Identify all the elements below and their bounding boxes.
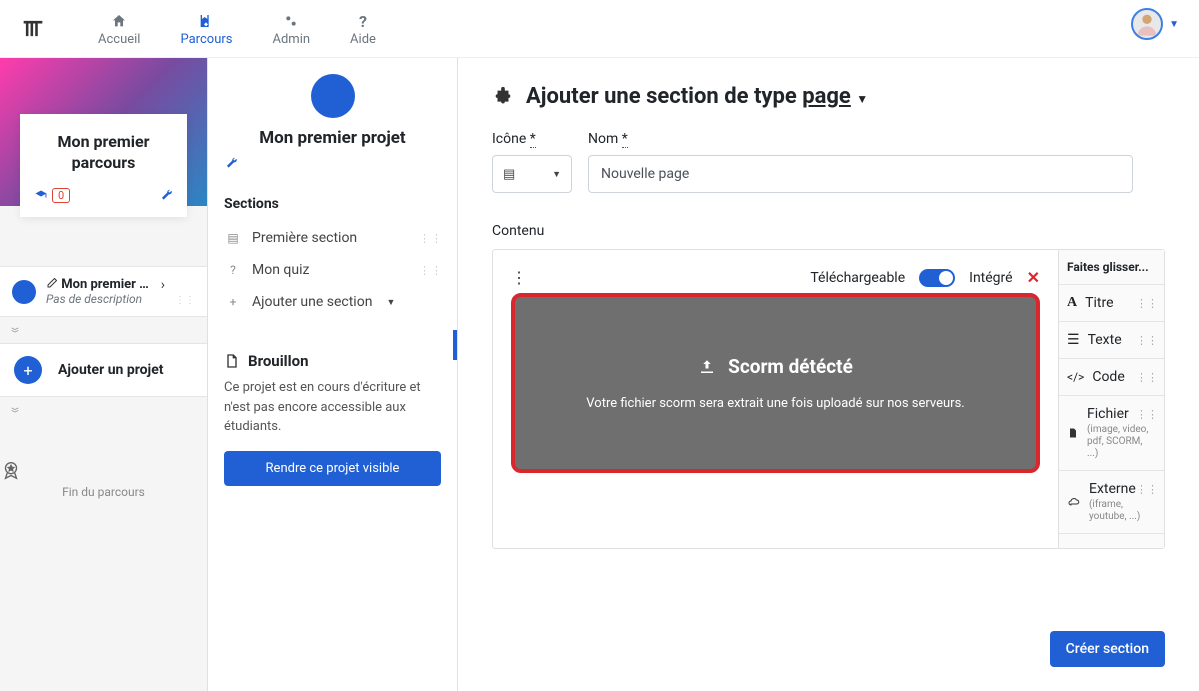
- nav-aide-label: Aide: [350, 32, 376, 47]
- drag-handle-icon[interactable]: ⋮⋮: [419, 232, 443, 245]
- icon-select[interactable]: ▤▼: [492, 155, 572, 193]
- logo[interactable]: [8, 8, 58, 48]
- project-avatar: [311, 74, 355, 118]
- name-label: Nom *: [588, 131, 1133, 147]
- section-label: Mon quiz: [252, 262, 309, 278]
- course-card: Mon premier parcours 0: [20, 114, 187, 217]
- code-icon: </>: [1067, 370, 1084, 384]
- scorm-desc: Votre fichier scorm sera extrait une foi…: [545, 396, 1006, 411]
- wrench-icon[interactable]: [224, 156, 441, 170]
- add-project-label: Ajouter un projet: [58, 362, 164, 378]
- chevron-right-icon: ›: [161, 277, 165, 293]
- caret-down-icon: ▼: [1169, 19, 1179, 30]
- scorm-block: Scorm détécté Votre fichier scorm sera e…: [511, 293, 1040, 473]
- fin-parcours: Fin du parcours: [0, 459, 207, 499]
- sections-heading: Sections: [224, 196, 457, 212]
- upload-icon: [698, 358, 716, 376]
- downloadable-label: Téléchargeable: [810, 270, 905, 286]
- drag-handle-icon: ⋮⋮: [1136, 408, 1158, 421]
- cloud-icon: [1067, 496, 1081, 508]
- nav-admin[interactable]: Admin: [252, 8, 330, 49]
- edit-icon: [46, 277, 58, 289]
- course-title: Mon premier parcours: [30, 132, 177, 174]
- nav-aide[interactable]: ?Aide: [330, 8, 396, 49]
- file-icon: [1067, 426, 1079, 440]
- question-icon: ?: [226, 263, 240, 277]
- nav-parcours[interactable]: Parcours: [160, 8, 252, 49]
- palette-fichier[interactable]: Fichier(image, video, pdf, SCORM, ...)⋮⋮: [1059, 396, 1164, 471]
- project-dot: [12, 280, 36, 304]
- drag-handle-icon[interactable]: ⋮⋮: [419, 264, 443, 277]
- lines-icon: ☰: [1067, 332, 1080, 348]
- nav-admin-label: Admin: [272, 32, 310, 47]
- section-item-1[interactable]: ? Mon quiz ⋮⋮: [224, 254, 457, 286]
- gears-icon: [282, 10, 300, 32]
- drag-handle-icon: ⋮⋮: [1136, 334, 1158, 347]
- nav-home[interactable]: Accueil: [78, 8, 160, 49]
- expand-down-2[interactable]: [0, 397, 207, 423]
- icon-label: Icône *: [492, 131, 572, 147]
- avatar: [1131, 8, 1163, 40]
- parcours-icon: [197, 10, 215, 32]
- project-desc: Pas de description: [46, 292, 151, 306]
- add-section[interactable]: + Ajouter une section ▼: [224, 286, 457, 318]
- page-type-dropdown[interactable]: page: [802, 84, 851, 109]
- drag-handle-icon: ⋮⋮: [1136, 297, 1158, 310]
- palette-code[interactable]: </>Code⋮⋮: [1059, 359, 1164, 396]
- graduation-cap-icon: [34, 189, 48, 201]
- students-count: 0: [52, 188, 70, 203]
- nav-parcours-label: Parcours: [180, 32, 232, 47]
- caret-down-icon: ▼: [856, 92, 868, 106]
- palette-titre[interactable]: ATitre⋮⋮: [1059, 285, 1164, 322]
- book-icon: ▤: [503, 167, 515, 182]
- name-input[interactable]: [588, 155, 1133, 193]
- palette-texte[interactable]: ☰Texte⋮⋮: [1059, 322, 1164, 359]
- downloadable-toggle[interactable]: [919, 269, 955, 287]
- plus-icon: +: [14, 356, 42, 384]
- scorm-title: Scorm détécté: [728, 355, 853, 378]
- block-menu-icon[interactable]: ⋮: [511, 268, 527, 287]
- nav-home-label: Accueil: [98, 32, 140, 47]
- add-section-label: Ajouter une section: [252, 294, 372, 310]
- students-badge[interactable]: 0: [34, 188, 70, 203]
- user-menu[interactable]: ▼: [1131, 8, 1179, 40]
- font-icon: A: [1067, 295, 1077, 311]
- caret-down-icon: ▼: [552, 169, 561, 180]
- drag-handle-icon: ⋮⋮: [1136, 371, 1158, 384]
- plus-icon: +: [226, 295, 240, 309]
- caret-down-icon: ▼: [386, 297, 395, 308]
- expand-down[interactable]: [0, 317, 207, 343]
- content-label: Contenu: [492, 223, 1165, 239]
- project-name: Mon premier projet: [224, 128, 441, 148]
- award-icon: [0, 459, 207, 481]
- project-title: Mon premier pro...: [61, 277, 151, 292]
- question-icon: ?: [359, 10, 367, 32]
- integrated-label: Intégré: [969, 270, 1012, 286]
- palette-externe[interactable]: Externe(iframe, youtube, ...)⋮⋮: [1059, 471, 1164, 534]
- book-icon: ▤: [226, 231, 240, 245]
- section-item-0[interactable]: ▤ Première section ⋮⋮: [224, 222, 457, 254]
- file-icon: [224, 353, 240, 369]
- drag-handle-icon: ⋮⋮: [1136, 483, 1158, 496]
- section-label: Première section: [252, 230, 357, 246]
- add-project[interactable]: + Ajouter un projet: [0, 343, 207, 397]
- close-icon[interactable]: ✕: [1027, 268, 1040, 287]
- draft-heading: Brouillon: [224, 352, 441, 370]
- home-icon: [110, 10, 128, 32]
- palette-heading: Faites glisser...: [1059, 250, 1164, 285]
- drag-handle-icon[interactable]: ⋮⋮: [175, 295, 195, 306]
- puzzle-icon: [492, 86, 514, 108]
- draft-text: Ce projet est en cours d'écriture et n'e…: [224, 378, 441, 437]
- make-visible-button[interactable]: Rendre ce projet visible: [224, 451, 441, 486]
- project-item[interactable]: Mon premier pro... Pas de description › …: [0, 266, 207, 317]
- page-title: Ajouter une section de type page ▼: [492, 84, 1165, 109]
- fin-label: Fin du parcours: [0, 485, 207, 499]
- wrench-icon[interactable]: [159, 188, 173, 202]
- create-section-button[interactable]: Créer section: [1050, 631, 1165, 667]
